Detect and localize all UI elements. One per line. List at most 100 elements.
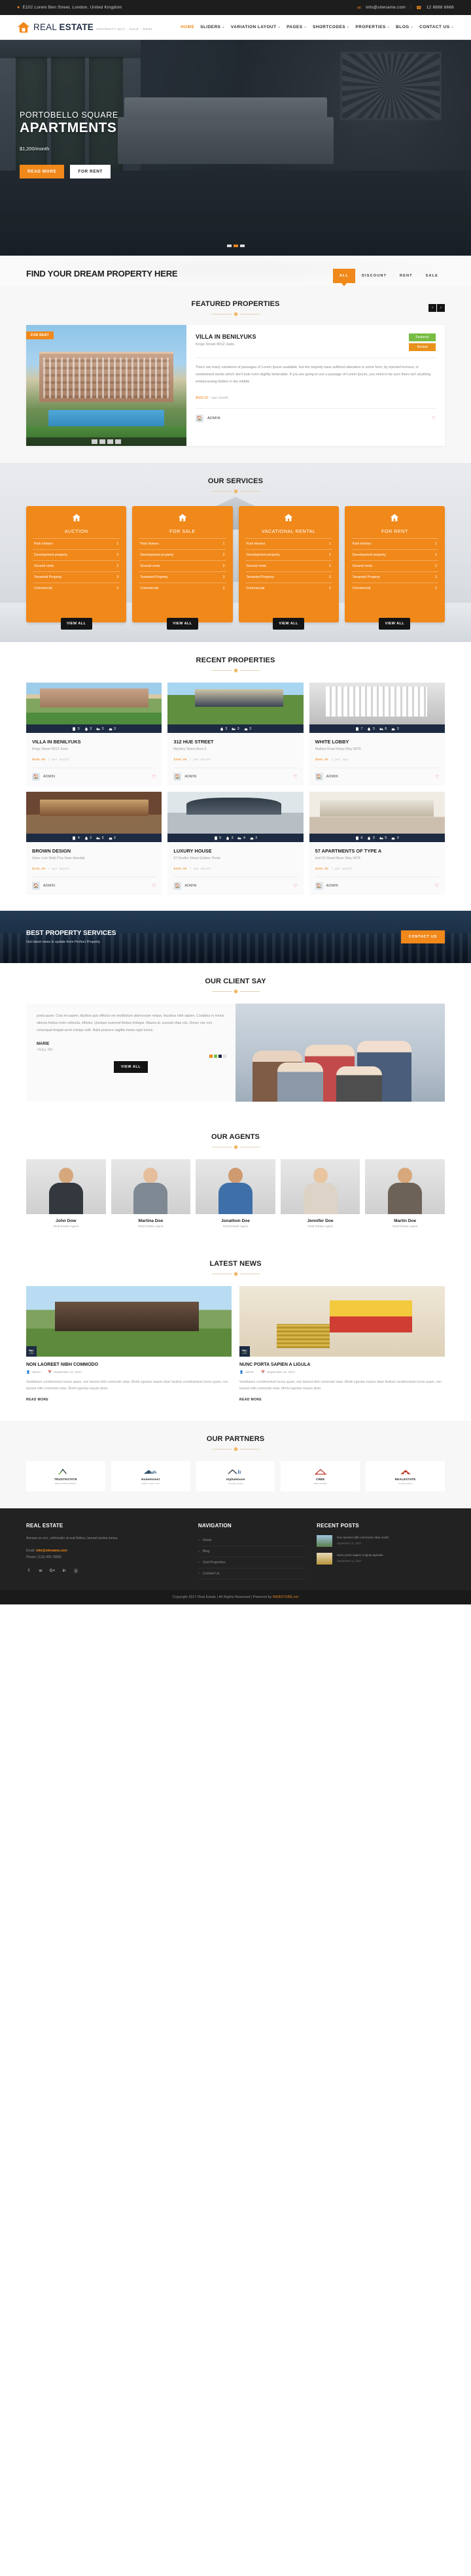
footer-nav-grid-properties[interactable]: Grid Properties bbox=[198, 1557, 305, 1568]
property-card[interactable]: 3 3 3 312 HUE STREET Mystery Street Area… bbox=[167, 683, 304, 786]
favorite-heart-icon[interactable]: ♡ bbox=[152, 883, 156, 889]
news-card[interactable]: 📷 NUNC PORTA SAPIEN A LIGULA 👤 admin 📅 Sep… bbox=[239, 1286, 445, 1404]
service-row[interactable]: Ground rents 2 bbox=[245, 560, 332, 571]
footer-post-item[interactable]: Non laoreet nibh commodo vitae morbi Sep… bbox=[317, 1535, 445, 1547]
news-grid: 📷 NON LAOREET NIBH COMMODO 👤 admin 📅 Septe… bbox=[26, 1286, 445, 1404]
service-row[interactable]: Tenanted Property 3 bbox=[351, 571, 438, 583]
service-row[interactable]: Tenanted Property 3 bbox=[245, 571, 332, 583]
service-row[interactable]: Ground rents 2 bbox=[351, 560, 438, 571]
cta-title: BEST PROPERTY SERVICES bbox=[26, 930, 116, 937]
hero-read-more-button[interactable]: READ MORE bbox=[20, 165, 65, 178]
service-row[interactable]: Park Homes 1 bbox=[33, 538, 120, 549]
testimonial-dot-4[interactable] bbox=[223, 1055, 226, 1058]
hero-dot-3[interactable] bbox=[239, 245, 245, 247]
nav-item-sliders[interactable]: SLIDERS ▼ bbox=[200, 25, 225, 29]
hero-dot-2[interactable] bbox=[233, 245, 238, 247]
service-view-all-button[interactable]: VIEW ALL bbox=[379, 618, 411, 630]
footer-nav-home[interactable]: Home bbox=[198, 1535, 305, 1546]
nav-item-properties[interactable]: PROPERTIES ▼ bbox=[356, 25, 391, 29]
service-row[interactable]: Commercial 2 bbox=[139, 583, 226, 594]
partner-logo[interactable]: REALESTATE company tagline bbox=[366, 1461, 445, 1491]
service-view-all-button[interactable]: VIEW ALL bbox=[60, 618, 92, 630]
footer-email-link[interactable]: info@sitename.com bbox=[36, 1549, 67, 1553]
favorite-heart-icon[interactable]: ♡ bbox=[152, 774, 156, 779]
tab-all[interactable]: ALL bbox=[332, 269, 356, 286]
site-logo[interactable]: REAL ESTATE PROPERTY BUY - SALE - RENT bbox=[17, 21, 153, 34]
topbar-email[interactable]: info@sitename.com bbox=[366, 5, 406, 10]
contact-us-button[interactable]: CONTACT US bbox=[400, 930, 445, 943]
thumb-3[interactable] bbox=[107, 439, 113, 444]
news-card[interactable]: 📷 NON LAOREET NIBH COMMODO 👤 admin 📅 Septe… bbox=[26, 1286, 232, 1404]
agent-role: Real Estate Agent bbox=[53, 1225, 78, 1229]
thumb-2[interactable] bbox=[99, 439, 105, 444]
google-plus-icon[interactable]: G+ bbox=[50, 1568, 56, 1573]
thumb-1[interactable] bbox=[92, 439, 97, 444]
service-row[interactable]: Park Homes 1 bbox=[351, 538, 438, 549]
nav-item-pages[interactable]: PAGES ▼ bbox=[287, 25, 307, 29]
testimonial-dot-1[interactable] bbox=[209, 1055, 213, 1058]
agent-card[interactable]: Jonathon Doe Real Estate Agent bbox=[196, 1159, 275, 1229]
footer-nav-blog[interactable]: Blog bbox=[198, 1546, 305, 1557]
service-view-all-button[interactable]: VIEW ALL bbox=[166, 618, 198, 630]
service-row[interactable]: Development property 2 bbox=[351, 549, 438, 560]
thumb-4[interactable] bbox=[115, 439, 121, 444]
service-row[interactable]: Commercial 2 bbox=[351, 583, 438, 594]
service-row[interactable]: Development property 2 bbox=[245, 549, 332, 560]
featured-property-card[interactable]: FOR RENT VILLA IN BENILYUKS Kings Street… bbox=[26, 325, 445, 446]
news-read-more-link[interactable]: READ MORE bbox=[239, 1398, 262, 1402]
nav-item-variation-layout[interactable]: VARIATION LAYOUT ▼ bbox=[231, 25, 281, 29]
favorite-heart-icon[interactable]: ♡ bbox=[293, 883, 297, 889]
nav-item-blog[interactable]: BLOG ▼ bbox=[396, 25, 413, 29]
agent-card[interactable]: Martin Doe Real Estate Agent bbox=[365, 1159, 445, 1229]
partner-logo[interactable]: AlphaHouse Company slogan bbox=[196, 1461, 275, 1491]
service-row[interactable]: Tenanted Property 3 bbox=[33, 571, 120, 583]
service-row[interactable]: Park Homes 1 bbox=[139, 538, 226, 549]
service-row[interactable]: Park Homes 1 bbox=[245, 538, 332, 549]
favorite-heart-icon[interactable]: ♡ bbox=[435, 774, 439, 779]
service-row[interactable]: Commercial 2 bbox=[33, 583, 120, 594]
partner-logo[interactable]: CREE REAL ESTATE bbox=[281, 1461, 360, 1491]
service-view-all-button[interactable]: VIEW ALL bbox=[273, 618, 305, 630]
twitter-icon[interactable]: w bbox=[38, 1568, 43, 1573]
partner-logo[interactable]: TRUSTESTATE REAL ESTATE AGENCY bbox=[26, 1461, 105, 1491]
footer-nav-contact-us[interactable]: Contact Us bbox=[198, 1568, 305, 1580]
tab-sale[interactable]: SALE bbox=[419, 269, 445, 283]
copyright-brand[interactable]: WEBSTORE.net bbox=[273, 1595, 298, 1599]
pinterest-icon[interactable]: Ⓥ bbox=[73, 1568, 78, 1574]
property-card[interactable]: 5 3 3 3 VILLA IN BENILYUKS Kings Street … bbox=[26, 683, 162, 786]
carousel-next-icon[interactable]: › bbox=[437, 304, 445, 312]
service-row[interactable]: Tenanted Property 3 bbox=[139, 571, 226, 583]
linkedin-icon[interactable]: in bbox=[61, 1568, 67, 1573]
partner-logo[interactable]: HomeInvest realtime. quick. more bbox=[111, 1461, 190, 1491]
property-card[interactable]: 4 2 3 2 BROWN DESIGN Silver Link Walk Pl… bbox=[26, 792, 162, 895]
service-row[interactable]: Development property 2 bbox=[33, 549, 120, 560]
facebook-icon[interactable]: f bbox=[26, 1568, 31, 1573]
nav-item-contact-us[interactable]: CONTACT US ▼ bbox=[419, 25, 454, 29]
agent-card[interactable]: Jennifer Doe Real Estate Agent bbox=[280, 1159, 360, 1229]
favorite-heart-icon[interactable]: ♡ bbox=[435, 883, 439, 889]
news-read-more-link[interactable]: READ MORE bbox=[26, 1398, 48, 1402]
service-row[interactable]: Commercial 2 bbox=[245, 583, 332, 594]
testimonial-dot-3[interactable] bbox=[218, 1055, 222, 1058]
testimonial-view-all-button[interactable]: VIEW ALL bbox=[114, 1060, 148, 1073]
service-row[interactable]: Development property 2 bbox=[139, 549, 226, 560]
agent-card[interactable]: Martina Doe Real Estate Agent bbox=[111, 1159, 191, 1229]
property-card[interactable]: 7 3 6 3 WHITE LOBBY Mallard Road Kings W… bbox=[309, 683, 445, 786]
favorite-heart-icon[interactable]: ♡ bbox=[432, 416, 436, 421]
property-card[interactable]: 6 3 5 3 57 APARTMENTS OF TYPE A Hell 91 … bbox=[309, 792, 445, 895]
favorite-heart-icon[interactable]: ♡ bbox=[293, 774, 297, 779]
hero-dot-1[interactable] bbox=[226, 245, 232, 247]
tab-discount[interactable]: DISCOUNT bbox=[355, 269, 393, 283]
nav-item-home[interactable]: HOME bbox=[181, 25, 194, 29]
hero-for-rent-button[interactable]: FOR RENT bbox=[70, 165, 111, 178]
tab-rent[interactable]: RENT bbox=[393, 269, 419, 283]
testimonial-dot-2[interactable] bbox=[214, 1055, 217, 1058]
footer-post-item[interactable]: Nunc porta sapien a ligula egestas Septe… bbox=[317, 1553, 445, 1565]
agent-card[interactable]: John Dow Real Estate Agent bbox=[26, 1159, 106, 1229]
service-row[interactable]: Ground rents 2 bbox=[33, 560, 120, 571]
service-row[interactable]: Ground rents 2 bbox=[139, 560, 226, 571]
carousel-prev-icon[interactable]: ‹ bbox=[428, 304, 436, 312]
bed-icon-stat: 4 bbox=[237, 836, 245, 840]
nav-item-shortcodes[interactable]: SHORTCODES ▼ bbox=[313, 25, 350, 29]
property-card[interactable]: 5 3 4 2 LUXURY HOUSE 67 Kindler Street G… bbox=[167, 792, 304, 895]
